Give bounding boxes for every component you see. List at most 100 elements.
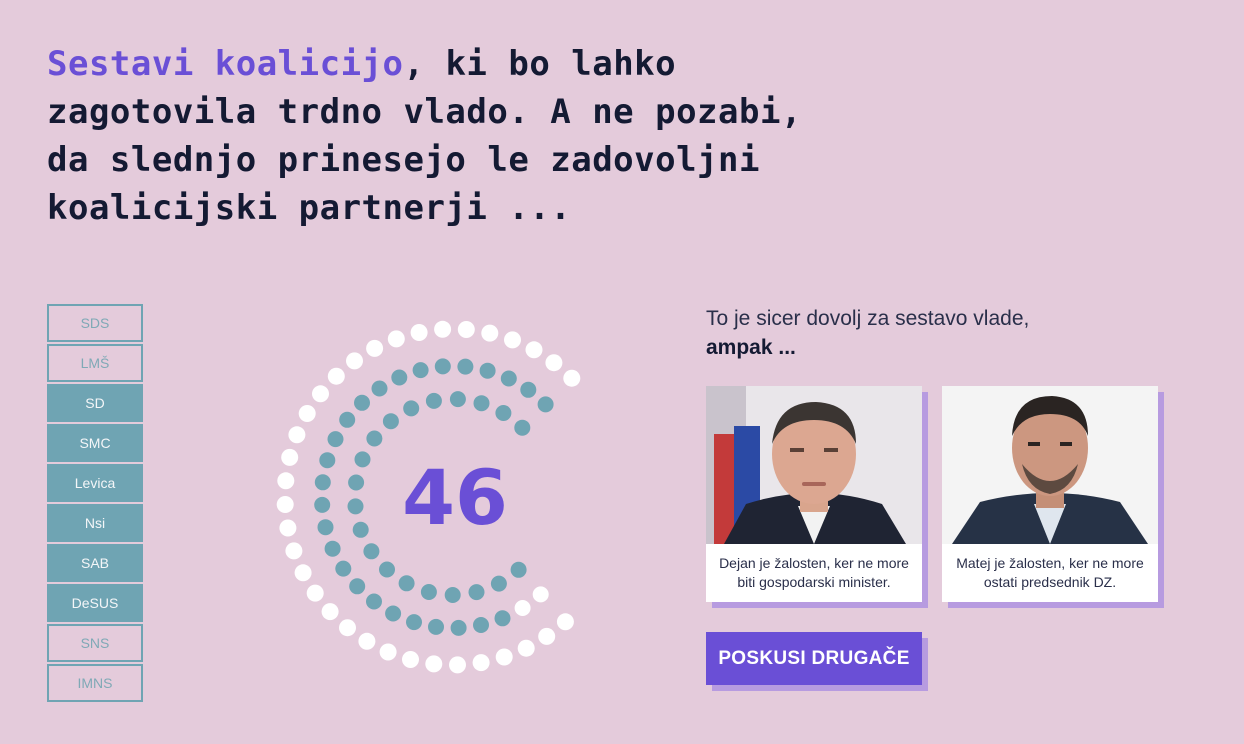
parliament-seat bbox=[382, 413, 399, 430]
parliament-seat bbox=[327, 367, 345, 385]
headline: Sestavi koalicijo, ki bo lahko zagotovila… bbox=[47, 40, 947, 232]
parliament-seat bbox=[339, 411, 356, 428]
headline-line-2: zagotovila trdno vlado. A ne pozabi, bbox=[47, 92, 802, 132]
parliament-seat bbox=[294, 564, 312, 582]
parliament-seat bbox=[402, 651, 419, 668]
parliament-seat bbox=[366, 430, 383, 447]
parliament-seat bbox=[495, 648, 513, 666]
party-toggle-smc[interactable]: SMC bbox=[47, 424, 143, 462]
parliament-seat bbox=[348, 474, 365, 491]
parliament-seat bbox=[347, 498, 364, 515]
parliament-seat bbox=[494, 610, 511, 627]
party-toggle-sds[interactable]: SDS bbox=[47, 304, 143, 342]
parliament-seat bbox=[298, 405, 316, 422]
parliament-seat bbox=[410, 324, 428, 341]
result-text: To je sicer dovolj za sestavo vlade, bbox=[706, 307, 1030, 330]
result-emphasis: ampak ... bbox=[706, 336, 796, 359]
parliament-seat bbox=[358, 632, 376, 650]
try-again-button[interactable]: POSKUSI DRUGAČE bbox=[706, 632, 922, 685]
partner-card-matej: Matej je žalosten, ker ne more ostati pr… bbox=[942, 386, 1158, 602]
parliament-seat bbox=[379, 561, 395, 578]
parliament-seat bbox=[538, 627, 556, 645]
parliament-seat bbox=[517, 639, 535, 657]
headline-line-1: , ki bo lahko bbox=[403, 44, 677, 84]
parliament-seat bbox=[481, 324, 499, 342]
party-toggle-nsi[interactable]: Nsi bbox=[47, 504, 143, 542]
parliament-seat bbox=[366, 339, 384, 357]
parliament-seat bbox=[532, 586, 549, 603]
parliament-seat bbox=[279, 519, 297, 537]
party-toggle-levica[interactable]: Levica bbox=[47, 464, 143, 502]
parliament-seat bbox=[514, 419, 531, 436]
parliament-seat bbox=[371, 380, 388, 397]
partner-caption: Matej je žalosten, ker ne more ostati pr… bbox=[956, 555, 1144, 590]
parliament-seat bbox=[335, 560, 352, 577]
parliament-seat bbox=[525, 341, 543, 359]
parliament-seat bbox=[352, 521, 369, 538]
parliament-seat bbox=[425, 392, 442, 409]
parliament-seat bbox=[379, 643, 397, 661]
parliament-seat bbox=[398, 575, 415, 592]
parliament-seat bbox=[406, 614, 422, 631]
parliament-seat bbox=[312, 385, 329, 403]
parliament-seat bbox=[479, 362, 496, 379]
parliament-seat bbox=[449, 656, 466, 674]
headline-line-3: da slednjo prinesejo le zadovoljni bbox=[47, 140, 760, 180]
headline-accent: Sestavi koalicijo bbox=[47, 44, 404, 84]
parliament-seat bbox=[504, 331, 521, 349]
party-toggle-sd[interactable]: SD bbox=[47, 384, 143, 422]
parliament-seat bbox=[349, 578, 366, 595]
parliament-seat bbox=[563, 369, 581, 387]
parliament-seat bbox=[314, 474, 331, 491]
parliament-seat bbox=[412, 362, 429, 379]
parliament-seat bbox=[510, 561, 527, 578]
party-toggle-sns[interactable]: SNS bbox=[47, 624, 143, 662]
person-photo-icon bbox=[942, 386, 1158, 544]
parliament-seat bbox=[434, 320, 452, 338]
parliament-seat bbox=[366, 593, 382, 610]
parliament-seat bbox=[317, 519, 334, 536]
parliament-seat bbox=[449, 391, 466, 408]
parliament-seat bbox=[277, 472, 295, 490]
parliament-seat bbox=[387, 330, 405, 348]
parliament-seat bbox=[537, 396, 554, 413]
parliament-seat bbox=[403, 400, 420, 417]
parliament-seat bbox=[354, 451, 371, 468]
parliament-seat bbox=[285, 542, 303, 560]
parliament-seat bbox=[500, 370, 517, 387]
parliament-seat bbox=[339, 619, 356, 637]
parliament-seat bbox=[457, 321, 475, 338]
parliament-seat bbox=[391, 369, 408, 386]
parliament-seat bbox=[434, 358, 451, 375]
parliament-seat bbox=[319, 452, 336, 469]
party-list: SDS LMŠ SD SMC Levica Nsi SAB DeSUS SNS … bbox=[47, 304, 143, 704]
seat-count: 46 bbox=[402, 453, 508, 542]
party-toggle-imns[interactable]: IMNS bbox=[47, 664, 143, 702]
parliament-seat bbox=[420, 584, 437, 600]
party-toggle-lms[interactable]: LMŠ bbox=[47, 344, 143, 382]
parliament-seat bbox=[450, 619, 467, 636]
parliament-seat bbox=[314, 496, 331, 513]
person-photo-icon bbox=[706, 386, 922, 544]
parliament-seat bbox=[288, 426, 306, 444]
parliament-seat bbox=[468, 584, 485, 601]
parliament-seat bbox=[324, 540, 341, 557]
parliament-seat bbox=[354, 394, 370, 411]
parliament-seat bbox=[281, 448, 299, 466]
parliament-seat bbox=[327, 431, 344, 448]
partner-caption: Dejan je žalosten, ker ne more biti gosp… bbox=[719, 555, 909, 590]
parliament-seat bbox=[306, 584, 324, 602]
parliament-seat bbox=[363, 543, 380, 560]
parliament-seat bbox=[490, 575, 507, 592]
party-toggle-desus[interactable]: DeSUS bbox=[47, 584, 143, 622]
parliament-seat bbox=[495, 405, 512, 421]
party-toggle-sab[interactable]: SAB bbox=[47, 544, 143, 582]
parliament-seat bbox=[444, 587, 461, 603]
parliament-seat bbox=[276, 496, 294, 513]
parliament-seat bbox=[514, 600, 531, 616]
parliament-seat bbox=[473, 617, 489, 633]
result-intro: To je sicer dovolj za sestavo vlade, amp… bbox=[706, 304, 1156, 362]
parliament-seat bbox=[473, 395, 490, 412]
parliament-seat bbox=[545, 354, 563, 372]
parliament-seat bbox=[346, 352, 363, 370]
